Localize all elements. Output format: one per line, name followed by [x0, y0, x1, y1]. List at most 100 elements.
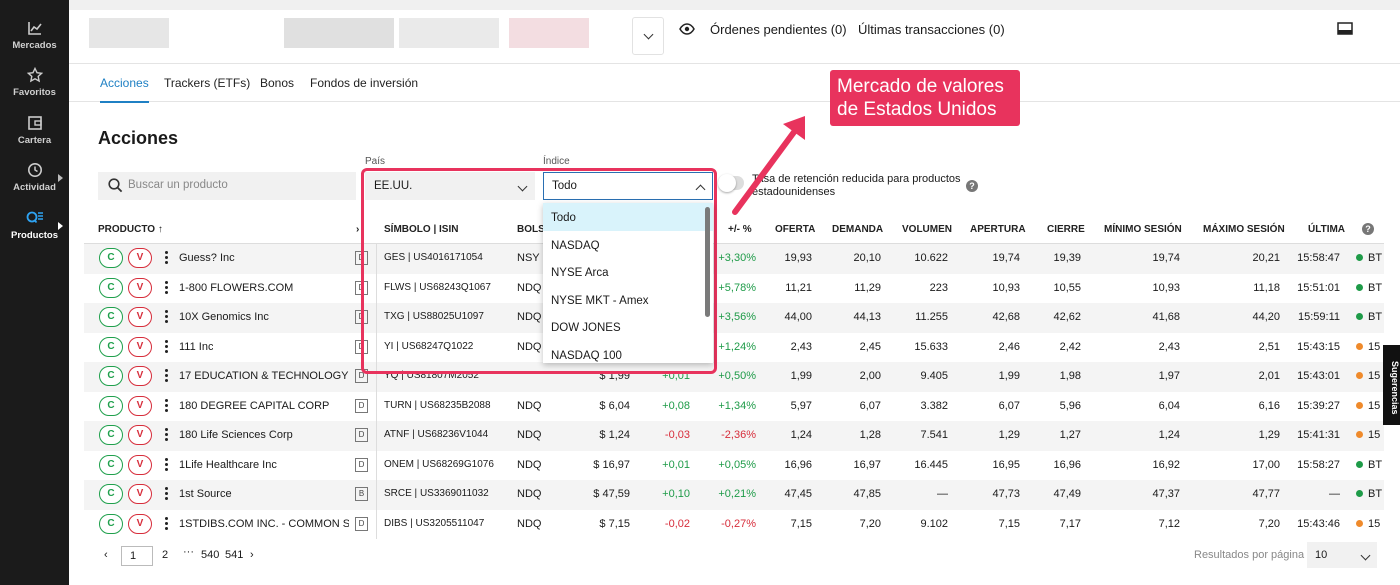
- table-row[interactable]: C V D 180 Life Sciences Corp ATNF | US68236V…: [84, 421, 1384, 451]
- buy-button[interactable]: C: [99, 513, 123, 534]
- more-options-icon[interactable]: [165, 457, 169, 473]
- more-options-icon[interactable]: [165, 309, 169, 325]
- sidebar-item-cartera[interactable]: Cartera: [0, 115, 69, 146]
- col-product[interactable]: PRODUCTO ↑: [98, 224, 163, 235]
- feed-label: BT: [1368, 311, 1383, 323]
- more-options-icon[interactable]: [165, 398, 169, 414]
- collapse-column-icon[interactable]: ›: [356, 224, 359, 235]
- buy-button[interactable]: C: [99, 277, 123, 298]
- more-options-icon[interactable]: [165, 486, 169, 502]
- table-row[interactable]: C V D 1-800 FLOWERS.COM FLWS | US68243Q1067 N…: [84, 274, 1384, 304]
- table-row[interactable]: C V D 10X Genomics Inc TXG | US88025U1097 NDQ…: [84, 303, 1384, 333]
- sidebar-item-productos[interactable]: Productos: [0, 210, 69, 241]
- page-input[interactable]: 1: [121, 546, 153, 566]
- buy-button[interactable]: C: [99, 307, 123, 327]
- buy-button[interactable]: C: [99, 484, 123, 504]
- product-name-link[interactable]: 1STDIBS.COM INC. - COMMON S...: [179, 518, 349, 530]
- table-row[interactable]: C V B 1st Source SRCE | US3369011032 NDQ $ 47,…: [84, 480, 1384, 510]
- sell-button[interactable]: V: [128, 454, 152, 475]
- buy-button[interactable]: C: [99, 366, 123, 386]
- table-row[interactable]: C V D 17 EDUCATION & TECHNOLOGY ... YQ | US8…: [84, 362, 1384, 392]
- help-icon[interactable]: ?: [966, 180, 978, 192]
- page-link[interactable]: 541: [225, 549, 243, 561]
- product-name-link[interactable]: 1-800 FLOWERS.COM: [179, 282, 293, 294]
- suggestions-tab[interactable]: Sugerencias: [1383, 345, 1400, 425]
- cell-close: 7,17: [1059, 517, 1081, 530]
- product-name-link[interactable]: 1Life Healthcare Inc: [179, 459, 277, 471]
- table-row[interactable]: C V D 1STDIBS.COM INC. - COMMON S... DIBS | …: [84, 510, 1384, 540]
- buy-button[interactable]: C: [99, 336, 123, 357]
- product-name-link[interactable]: 180 DEGREE CAPITAL CORP: [179, 400, 329, 412]
- table-row[interactable]: C V D 1Life Healthcare Inc ONEM | US68269G10…: [84, 451, 1384, 481]
- product-name-link[interactable]: 17 EDUCATION & TECHNOLOGY ...: [179, 370, 349, 382]
- sidebar-item-actividad[interactable]: Actividad: [0, 162, 69, 193]
- pending-orders-link[interactable]: Órdenes pendientes (0): [710, 22, 847, 37]
- tab-acciones[interactable]: Acciones: [100, 76, 149, 103]
- buy-button[interactable]: C: [99, 454, 123, 475]
- col-change-pct[interactable]: +/- %: [728, 224, 752, 235]
- layout-panel-icon[interactable]: [1337, 22, 1353, 35]
- account-expand-button[interactable]: [632, 17, 664, 55]
- more-options-icon[interactable]: [165, 427, 169, 443]
- col-last[interactable]: ÚLTIMA: [1308, 224, 1345, 235]
- sell-button[interactable]: V: [128, 484, 152, 504]
- col-bid[interactable]: OFERTA: [775, 224, 815, 235]
- col-close[interactable]: CIERRE: [1047, 224, 1085, 235]
- product-name-link[interactable]: 10X Genomics Inc: [179, 311, 269, 323]
- last-transactions-link[interactable]: Últimas transacciones (0): [858, 22, 1005, 37]
- sell-button[interactable]: V: [128, 277, 152, 298]
- tab-trackers[interactable]: Trackers (ETFs): [164, 76, 250, 90]
- index-option[interactable]: NYSE Arca: [543, 258, 713, 286]
- index-option[interactable]: Todo: [543, 203, 713, 231]
- index-option[interactable]: NASDAQ 100: [543, 341, 713, 364]
- sell-button[interactable]: V: [128, 395, 152, 416]
- table-row[interactable]: C V D Guess? Inc GES | US4016171054 NSY +3,30%…: [84, 244, 1384, 274]
- index-option[interactable]: NYSE MKT - Amex: [543, 286, 713, 314]
- table-row[interactable]: C V D 111 Inc YI | US68247Q1022 NDQ +1,24% 2,43…: [84, 333, 1384, 363]
- more-options-icon[interactable]: [165, 250, 169, 266]
- more-options-icon[interactable]: [165, 516, 169, 532]
- sidebar-item-favoritos[interactable]: Favoritos: [0, 67, 69, 98]
- page-link[interactable]: 540: [201, 549, 219, 561]
- sell-button[interactable]: V: [128, 425, 152, 445]
- product-name-link[interactable]: Guess? Inc: [179, 252, 235, 264]
- col-high[interactable]: MÁXIMO SESIÓN: [1203, 224, 1285, 235]
- product-name-link[interactable]: 180 Life Sciences Corp: [179, 429, 293, 441]
- sell-button[interactable]: V: [128, 248, 152, 268]
- help-icon[interactable]: ?: [1362, 223, 1374, 235]
- cell-bid: 7,15: [790, 517, 812, 530]
- status-dot-icon: [1356, 342, 1363, 350]
- prev-page-icon[interactable]: ‹: [104, 549, 108, 561]
- buy-button[interactable]: C: [99, 395, 123, 416]
- col-ask[interactable]: DEMANDA: [832, 224, 883, 235]
- col-low[interactable]: MÍNIMO SESIÓN: [1104, 224, 1182, 235]
- buy-button[interactable]: C: [99, 248, 123, 268]
- cell-symbol: DIBS | US3205511047: [384, 517, 485, 529]
- index-option[interactable]: DOW JONES: [543, 313, 713, 341]
- next-page-icon[interactable]: ›: [250, 549, 254, 561]
- buy-button[interactable]: C: [99, 425, 123, 445]
- more-options-icon[interactable]: [165, 339, 169, 355]
- cell-exchange: NDQ: [517, 517, 542, 530]
- sell-button[interactable]: V: [128, 366, 152, 386]
- sidebar-item-mercados[interactable]: Mercados: [0, 20, 69, 51]
- sell-button[interactable]: V: [128, 513, 152, 534]
- index-label: Índice: [543, 156, 570, 167]
- per-page-select[interactable]: 10: [1307, 542, 1377, 568]
- product-name-link[interactable]: 111 Inc: [179, 341, 213, 353]
- product-name-link[interactable]: 1st Source: [179, 488, 232, 500]
- eye-icon[interactable]: [679, 23, 695, 35]
- tab-fondos[interactable]: Fondos de inversión: [310, 76, 418, 90]
- col-volume[interactable]: VOLUMEN: [902, 224, 952, 235]
- sell-button[interactable]: V: [128, 307, 152, 327]
- more-options-icon[interactable]: [165, 280, 169, 296]
- search-input[interactable]: Buscar un producto: [98, 172, 356, 200]
- table-row[interactable]: C V D 180 DEGREE CAPITAL CORP TURN | US68235…: [84, 392, 1384, 422]
- index-option[interactable]: NASDAQ: [543, 231, 713, 259]
- sell-button[interactable]: V: [128, 336, 152, 357]
- more-options-icon[interactable]: [165, 368, 169, 384]
- col-open[interactable]: APERTURA: [970, 224, 1026, 235]
- tab-bonos[interactable]: Bonos: [260, 76, 294, 90]
- dropdown-scrollbar[interactable]: [705, 207, 710, 317]
- page-link[interactable]: 2: [162, 549, 168, 561]
